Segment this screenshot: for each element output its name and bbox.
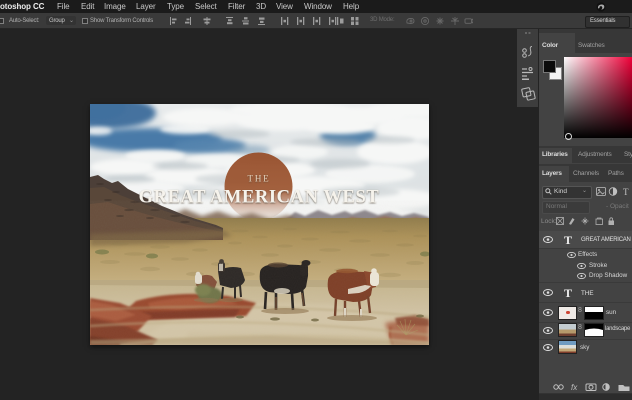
svg-text:THE: THE xyxy=(248,174,271,184)
svg-text:GREAT AMERICAN WEST: GREAT AMERICAN WEST xyxy=(139,188,380,208)
svg-text:T: T xyxy=(623,187,629,196)
svg-text:fx: fx xyxy=(571,383,578,391)
